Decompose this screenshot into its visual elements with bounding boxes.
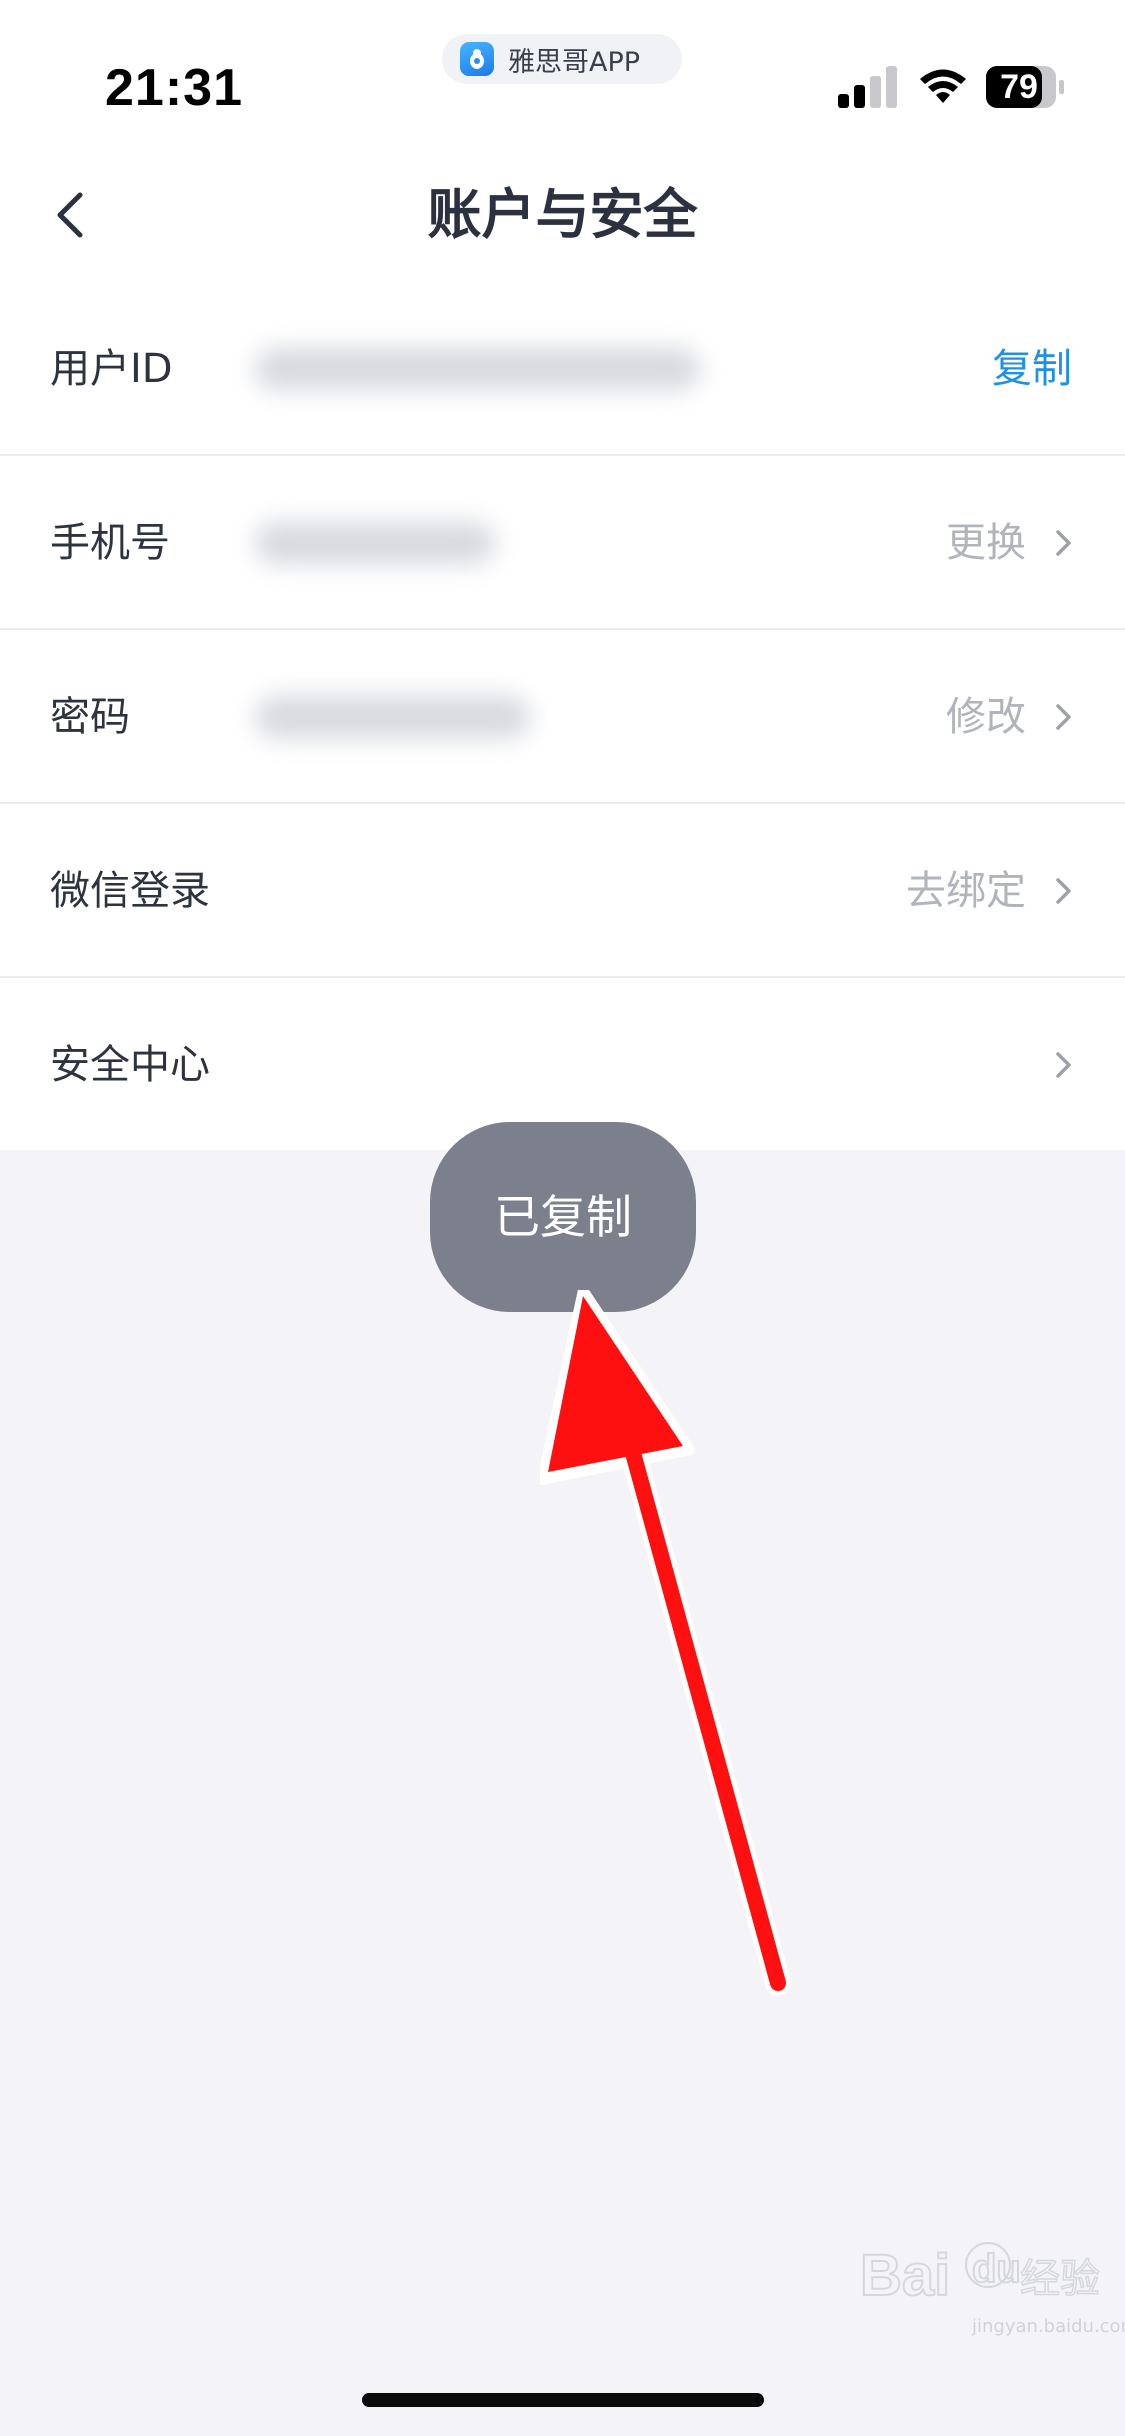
row-wechat-login[interactable]: 微信登录 去绑定: [0, 804, 1125, 978]
change-phone-button[interactable]: 更换: [946, 456, 1026, 630]
password-value-blurred: [255, 696, 530, 738]
status-time: 21:31: [105, 59, 243, 117]
svg-text:经验: 经验: [1020, 2256, 1100, 2302]
bind-wechat-button[interactable]: 去绑定: [906, 804, 1026, 978]
svg-text:Bai: Bai: [860, 2243, 950, 2308]
modify-password-button[interactable]: 修改: [946, 630, 1026, 804]
back-button[interactable]: [40, 180, 100, 250]
red-arrow-annotation: [540, 1290, 791, 1996]
cellular-signal-icon: [838, 66, 897, 108]
user-id-value-blurred: [255, 348, 700, 390]
row-label-user-id: 用户ID: [50, 346, 173, 392]
page-title: 账户与安全: [427, 183, 698, 246]
copied-toast: 已复制: [430, 1122, 696, 1312]
app-icon: [460, 42, 494, 76]
row-phone[interactable]: 手机号 更换: [0, 456, 1125, 630]
chevron-right-icon: [1056, 704, 1071, 730]
row-label-password: 密码: [50, 694, 130, 740]
app-name-label: 雅思哥APP: [508, 46, 641, 78]
app-return-pill[interactable]: 雅思哥APP: [442, 34, 682, 84]
copy-button[interactable]: 复制: [992, 282, 1072, 456]
svg-text:du: du: [972, 2247, 1021, 2291]
battery-level: 79: [1000, 68, 1038, 106]
chevron-right-icon: [1056, 530, 1071, 556]
phone-value-blurred: [255, 522, 495, 564]
row-label-security-center: 安全中心: [50, 1042, 210, 1088]
row-password[interactable]: 密码 修改: [0, 630, 1125, 804]
watermark-url: jingyan.baidu.com: [972, 2316, 1125, 2337]
row-user-id: 用户ID 复制: [0, 282, 1125, 456]
wifi-icon: [920, 69, 966, 103]
home-indicator[interactable]: [362, 2393, 764, 2407]
row-label-wechat-login: 微信登录: [50, 868, 210, 914]
row-label-phone: 手机号: [50, 520, 170, 566]
chevron-right-icon: [1056, 878, 1071, 904]
chevron-left-icon: [57, 192, 83, 238]
baidu-jingyan-logo: Bai du 经验: [860, 2242, 1100, 2309]
chevron-right-icon: [1056, 1052, 1071, 1078]
